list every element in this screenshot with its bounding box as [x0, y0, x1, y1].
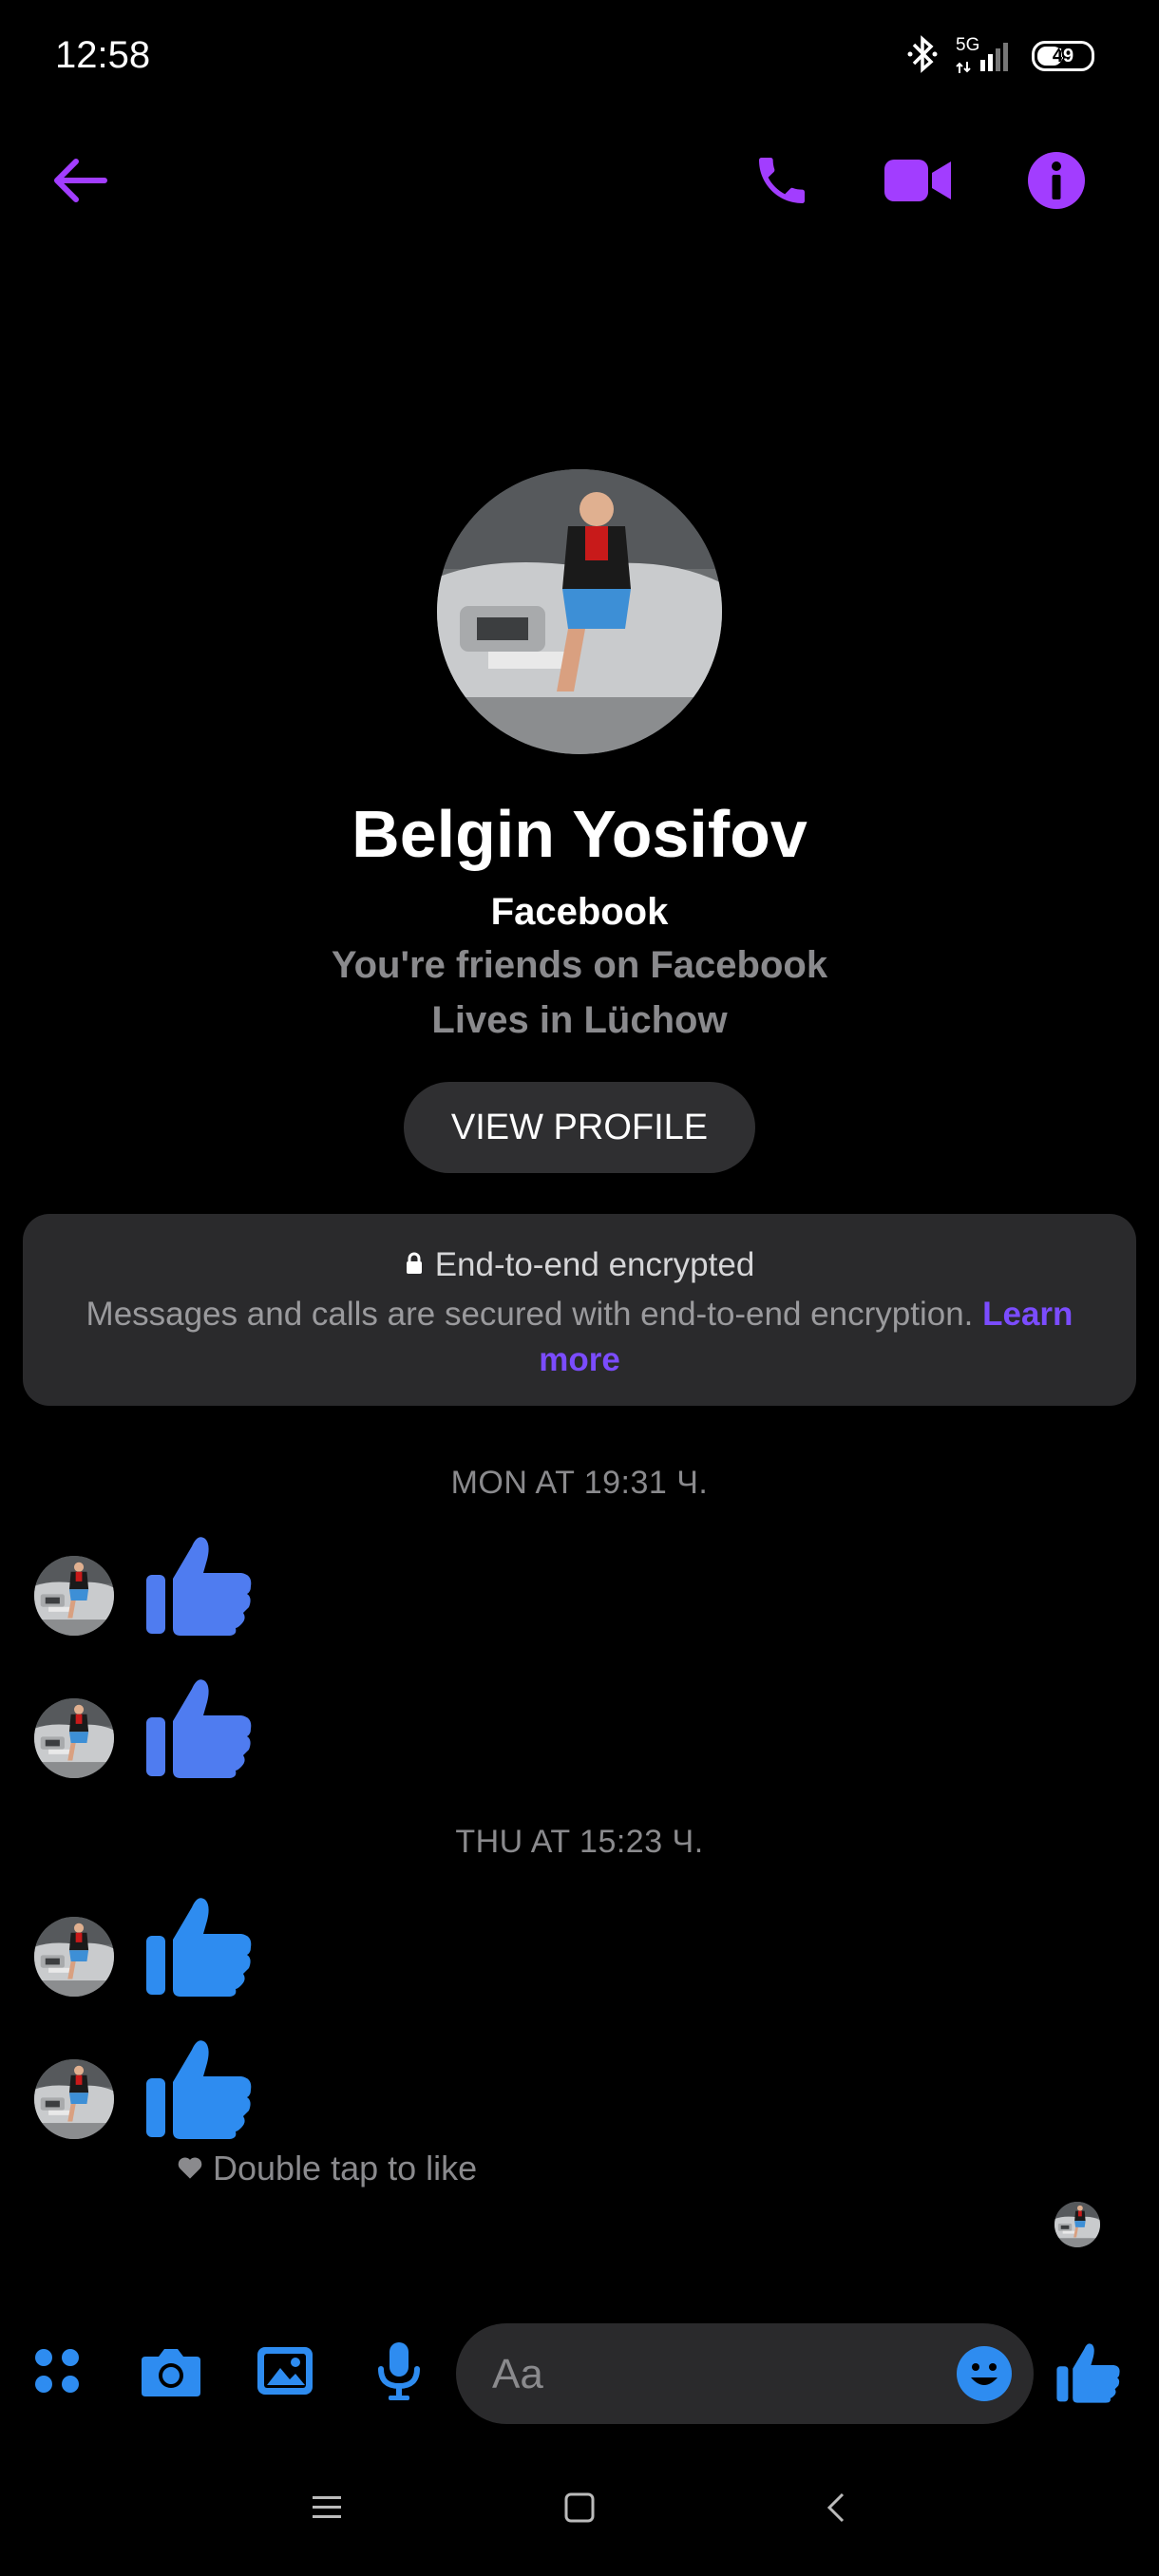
thumbs-up-message[interactable] — [142, 1886, 256, 2000]
back-arrow-icon[interactable] — [42, 142, 118, 218]
battery-level: 49 — [1052, 45, 1074, 66]
lock-icon — [405, 1245, 424, 1283]
double-tap-text: Double tap to like — [213, 2149, 478, 2188]
gallery-icon[interactable] — [247, 2333, 323, 2409]
status-icons: 5G 49 — [906, 32, 1094, 80]
heart-icon — [177, 2149, 203, 2188]
thumbs-up-message[interactable] — [142, 1668, 256, 1782]
encryption-card: End-to-end encrypted Messages and calls … — [23, 1214, 1136, 1406]
status-time: 12:58 — [55, 34, 151, 76]
home-icon[interactable] — [551, 2479, 608, 2536]
sender-avatar[interactable] — [34, 1698, 114, 1778]
message-composer[interactable] — [456, 2323, 1034, 2426]
timestamp: THU AT 15:23 Ч. — [455, 1824, 704, 1860]
signal-icon: 5G — [954, 35, 1016, 75]
info-icon[interactable] — [1018, 142, 1094, 218]
seen-indicator-avatar — [1054, 2202, 1100, 2247]
thumbs-up-message[interactable] — [142, 2029, 256, 2143]
profile-lives-text: Lives in Lüchow — [431, 999, 728, 1041]
back-icon[interactable] — [808, 2479, 864, 2536]
profile-avatar[interactable] — [437, 469, 722, 754]
sender-avatar[interactable] — [34, 1556, 114, 1636]
emoji-icon[interactable] — [956, 2345, 1013, 2402]
encryption-title: End-to-end encrypted — [434, 1246, 755, 1283]
phone-icon[interactable] — [744, 142, 820, 218]
encryption-title-row: End-to-end encrypted — [23, 1246, 1136, 1284]
battery-icon: 49 — [1032, 41, 1094, 71]
timestamp: MON AT 19:31 Ч. — [450, 1465, 709, 1501]
profile-friends-text: You're friends on Facebook — [331, 944, 828, 986]
message-input[interactable] — [490, 2323, 912, 2426]
profile-source: Facebook — [490, 891, 669, 933]
double-tap-hint: Double tap to like — [177, 2149, 477, 2188]
apps-icon[interactable] — [19, 2333, 95, 2409]
bluetooth-icon — [906, 34, 939, 78]
menu-icon[interactable] — [298, 2479, 355, 2536]
sender-avatar[interactable] — [34, 2059, 114, 2139]
video-icon[interactable] — [880, 142, 956, 218]
encryption-body: Messages and calls are secured with end-… — [61, 1292, 1098, 1383]
encryption-text: Messages and calls are secured with end-… — [86, 1296, 974, 1333]
view-profile-button[interactable]: VIEW PROFILE — [404, 1082, 755, 1173]
sender-avatar[interactable] — [34, 1917, 114, 1997]
profile-name: Belgin Yosifov — [352, 797, 808, 871]
thumbs-up-message[interactable] — [142, 1525, 256, 1639]
microphone-icon[interactable] — [361, 2333, 437, 2409]
thumbs-up-icon[interactable] — [1051, 2333, 1127, 2409]
camera-icon[interactable] — [133, 2333, 209, 2409]
